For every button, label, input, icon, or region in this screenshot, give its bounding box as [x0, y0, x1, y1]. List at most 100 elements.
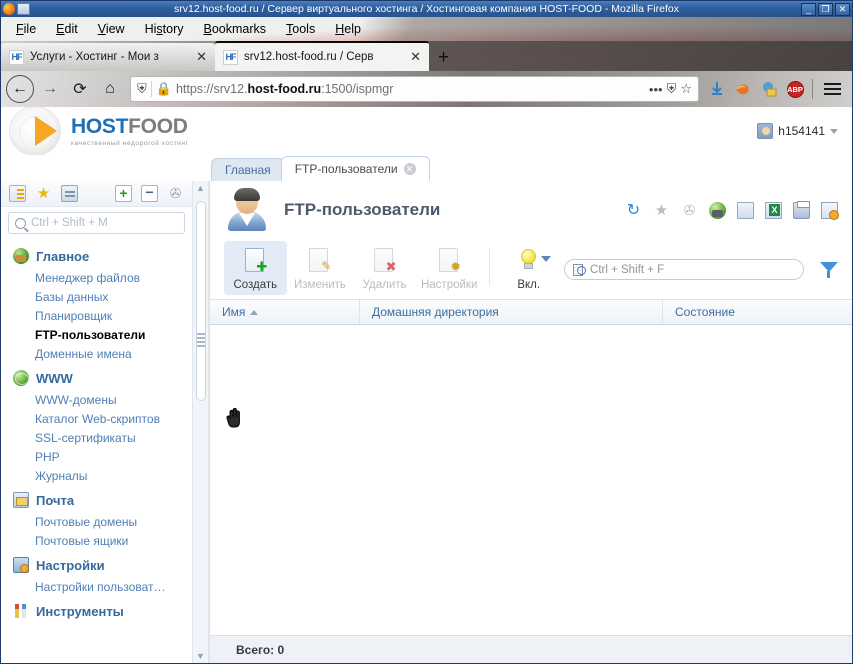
menu-file[interactable]: File — [7, 20, 45, 38]
settings-button[interactable]: ✹ Настройки — [418, 241, 481, 295]
tools-icon — [13, 603, 29, 619]
status-bar: Всего: 0 — [210, 635, 852, 663]
clipboard-icon[interactable] — [61, 185, 78, 202]
firefox-addon-icon[interactable] — [731, 77, 755, 101]
sidebar-scrollbar[interactable]: ▲ ▼ — [193, 181, 209, 663]
html-export-icon[interactable] — [709, 201, 726, 219]
sidebar-item-ftp-users[interactable]: FTP-пользователи — [1, 325, 192, 344]
menubar: File Edit View History Bookmarks Tools H… — [1, 17, 852, 41]
sidebar-search[interactable] — [8, 212, 185, 234]
menu-edit[interactable]: Edit — [47, 20, 87, 38]
tracking-protection-icon[interactable]: ⛨ — [667, 81, 677, 97]
app-tab-label: FTP-пользователи — [294, 161, 398, 176]
download-icon[interactable] — [705, 77, 729, 101]
sidebar-group-header-www[interactable]: WWW — [1, 366, 192, 390]
sidebar-item-php[interactable]: PHP — [1, 447, 192, 466]
sidebar-group-settings: Настройки Настройки пользоват… — [1, 553, 192, 596]
app-tab-main[interactable]: Главная — [211, 158, 285, 181]
pin-icon[interactable]: ✇ — [167, 185, 184, 202]
favorite-star-icon[interactable]: ★ — [653, 202, 670, 219]
refresh-icon[interactable]: ↻ — [625, 202, 642, 219]
scrollbar-track[interactable] — [193, 195, 208, 649]
adblock-plus-icon[interactable]: ABP — [783, 77, 807, 101]
create-button[interactable]: ✚ Создать — [224, 241, 287, 295]
sidebar-item-user-settings[interactable]: Настройки пользоват… — [1, 577, 192, 596]
excel-export-icon[interactable] — [765, 201, 782, 219]
scrollbar-thumb[interactable] — [196, 201, 206, 401]
close-button[interactable]: ✕ — [835, 2, 850, 16]
firefox-menu-button[interactable] — [818, 83, 847, 95]
column-header-home-dir[interactable]: Домашняя директория — [360, 300, 663, 324]
app-tab-close-icon[interactable]: ✕ — [403, 162, 416, 175]
app-tab-ftp-users[interactable]: FTP-пользователи ✕ — [280, 156, 430, 181]
doc-export-icon[interactable] — [737, 201, 754, 219]
tree-view-icon[interactable] — [9, 185, 26, 202]
edit-label: Изменить — [294, 279, 346, 291]
expand-all-icon[interactable]: + — [115, 185, 132, 202]
new-tab-button[interactable]: + — [429, 47, 458, 71]
column-header-state[interactable]: Состояние — [663, 300, 852, 324]
browser-tab-1[interactable]: HF Услуги - Хостинг - Мои з ✕ — [1, 43, 215, 71]
reload-button[interactable]: ⟳ — [66, 75, 94, 103]
sidebar-group-header-tools[interactable]: Инструменты — [1, 599, 192, 623]
titlebar-left-icons — [1, 3, 30, 15]
table-search[interactable] — [564, 259, 805, 280]
edit-button[interactable]: ✎ Изменить — [289, 241, 352, 295]
sidebar-group-header-main[interactable]: Главное — [1, 244, 192, 268]
sidebar-item-logs[interactable]: Журналы — [1, 466, 192, 485]
collapse-all-icon[interactable]: − — [141, 185, 158, 202]
favorites-star-icon[interactable]: ★ — [35, 185, 52, 202]
menu-help[interactable]: Help — [326, 20, 370, 38]
browser-tab-2[interactable]: HF srv12.host-food.ru / Серв ✕ — [215, 41, 429, 71]
table-search-input[interactable] — [590, 263, 796, 276]
sidebar-group-header-settings[interactable]: Настройки — [1, 553, 192, 577]
print-icon[interactable] — [793, 200, 810, 219]
sidebar-group-label: Инструменты — [36, 603, 124, 619]
shield-icon[interactable]: ⛨ — [137, 81, 147, 97]
tab-close-icon[interactable]: ✕ — [194, 49, 209, 65]
lock-icon[interactable]: 🔒 — [156, 81, 172, 97]
sidebar-item-mail-domains[interactable]: Почтовые домены — [1, 512, 192, 531]
sidebar-item-ssl-certs[interactable]: SSL-сертификаты — [1, 428, 192, 447]
page-actions-icon[interactable]: ••• — [649, 82, 663, 97]
urlbar-divider — [150, 81, 152, 97]
enable-button[interactable]: Вкл. — [497, 241, 560, 295]
sidebar-item-databases[interactable]: Базы данных — [1, 287, 192, 306]
home-button[interactable]: ⌂ — [96, 75, 124, 103]
table-settings-icon[interactable] — [821, 201, 839, 220]
back-button[interactable]: ← — [6, 75, 34, 103]
sidebar-item-file-manager[interactable]: Менеджер файлов — [1, 268, 192, 287]
forward-button[interactable]: → — [36, 75, 64, 103]
sidebar-search-input[interactable] — [31, 217, 185, 229]
sidebar-item-www-domains[interactable]: WWW-домены — [1, 390, 192, 409]
menu-bookmarks[interactable]: Bookmarks — [195, 20, 276, 38]
menu-view[interactable]: View — [89, 20, 134, 38]
maximize-button[interactable]: ❐ — [818, 2, 833, 16]
column-label: Домашняя директория — [372, 305, 499, 319]
settings-label: Настройки — [420, 279, 478, 291]
sidebar-item-scheduler[interactable]: Планировщик — [1, 306, 192, 325]
hostfood-logo[interactable]: HOSTFOOD качественный недорогой хостинг — [9, 107, 189, 156]
column-label: Состояние — [675, 305, 735, 319]
menu-tools[interactable]: Tools — [277, 20, 324, 38]
scroll-up-arrow-icon[interactable]: ▲ — [196, 181, 205, 195]
mail-icon — [13, 492, 29, 508]
pin-icon[interactable]: ✇ — [681, 202, 698, 219]
bookmark-star-icon[interactable]: ☆ — [680, 81, 692, 97]
filter-funnel-icon[interactable] — [820, 261, 839, 279]
minimize-button[interactable]: _ — [801, 2, 816, 16]
sidebar-item-web-scripts[interactable]: Каталог Web-скриптов — [1, 409, 192, 428]
user-menu[interactable]: h154141 — [757, 123, 838, 139]
url-bar[interactable]: ⛨ 🔒 https://srv12.host-food.ru:1500/ispm… — [130, 76, 699, 102]
scroll-down-arrow-icon[interactable]: ▼ — [196, 649, 205, 663]
delete-button[interactable]: ✖ Удалить — [353, 241, 416, 295]
menu-history[interactable]: History — [136, 20, 193, 38]
addon-icon[interactable] — [757, 77, 781, 101]
sidebar-group-header-mail[interactable]: Почта — [1, 488, 192, 512]
window-icon — [17, 3, 30, 15]
sidebar-item-domain-names[interactable]: Доменные имена — [1, 344, 192, 363]
splitter-grip[interactable] — [197, 333, 205, 347]
column-header-name[interactable]: Имя — [210, 300, 360, 324]
tab-close-icon[interactable]: ✕ — [408, 49, 423, 65]
sidebar-item-mailboxes[interactable]: Почтовые ящики — [1, 531, 192, 550]
